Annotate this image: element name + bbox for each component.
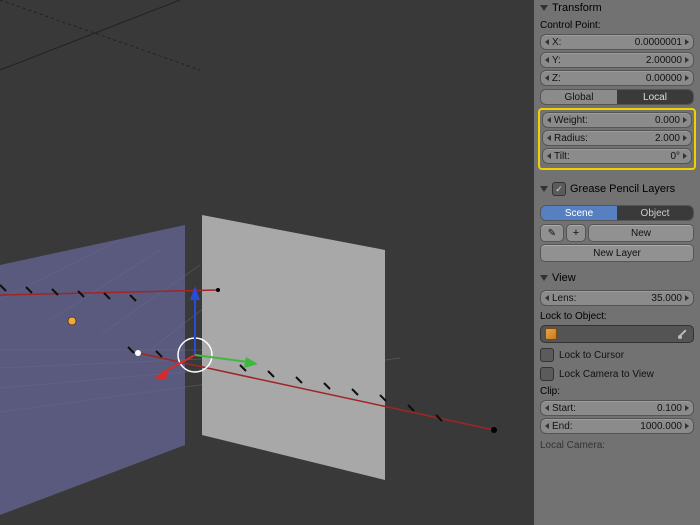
increment-icon[interactable]	[683, 117, 687, 123]
plus-icon: +	[573, 227, 579, 239]
clip-start-label: Start:	[552, 403, 576, 414]
viewport-3d[interactable]	[0, 0, 534, 525]
decrement-icon[interactable]	[547, 117, 551, 123]
z-field[interactable]: Z: 0.00000	[540, 70, 694, 86]
weight-field[interactable]: Weight: 0.000	[542, 112, 692, 128]
panel-title: Transform	[552, 2, 602, 14]
lock-camera-label: Lock Camera to View	[559, 369, 654, 380]
panel-grease: Scene Object ✎ + New New Layer	[534, 198, 700, 270]
tilt-field[interactable]: Tilt: 0°	[542, 148, 692, 164]
decrement-icon[interactable]	[545, 39, 549, 45]
lens-label: Lens:	[552, 293, 576, 304]
decrement-icon[interactable]	[545, 295, 549, 301]
tilt-label: Tilt:	[554, 151, 570, 162]
decrement-icon[interactable]	[547, 153, 551, 159]
radius-field[interactable]: Radius: 2.000	[542, 130, 692, 146]
lock-object-selector[interactable]	[540, 325, 694, 343]
lock-camera-checkbox[interactable]	[540, 367, 554, 381]
panel-transform: Control Point: X: 0.0000001 Y: 2.00000 Z…	[534, 16, 700, 180]
local-camera-label: Local Camera:	[540, 440, 694, 451]
object-toggle[interactable]: Object	[617, 206, 693, 220]
panel-title: View	[552, 272, 576, 284]
weight-label: Weight:	[554, 115, 588, 126]
y-value: 2.00000	[646, 55, 682, 66]
clip-start-value: 0.100	[657, 403, 682, 414]
increment-icon[interactable]	[683, 135, 687, 141]
grease-space-toggle: Scene Object	[540, 205, 694, 221]
lens-value: 35.000	[651, 293, 682, 304]
increment-icon[interactable]	[685, 405, 689, 411]
increment-icon[interactable]	[685, 75, 689, 81]
control-point-label: Control Point:	[540, 20, 694, 31]
coord-space-toggle: Global Local	[540, 89, 694, 105]
panel-header-view[interactable]: View	[534, 270, 700, 286]
panel-header-transform[interactable]: Transform	[534, 0, 700, 16]
lock-cursor-checkbox[interactable]	[540, 348, 554, 362]
clip-label: Clip:	[540, 386, 694, 397]
chevron-down-icon	[540, 186, 548, 192]
lens-field[interactable]: Lens: 35.000	[540, 290, 694, 306]
decrement-icon[interactable]	[545, 75, 549, 81]
panel-header-grease[interactable]: Grease Pencil Layers	[534, 180, 700, 198]
panel-title: Grease Pencil Layers	[570, 183, 675, 195]
pencil-icon: ✎	[548, 228, 556, 239]
x-field[interactable]: X: 0.0000001	[540, 34, 694, 50]
radius-label: Radius:	[554, 133, 588, 144]
decrement-icon[interactable]	[545, 423, 549, 429]
lock-cursor-label: Lock to Cursor	[559, 350, 624, 361]
decrement-icon[interactable]	[547, 135, 551, 141]
increment-icon[interactable]	[685, 39, 689, 45]
increment-icon[interactable]	[685, 295, 689, 301]
y-field[interactable]: Y: 2.00000	[540, 52, 694, 68]
n-panel: Transform Control Point: X: 0.0000001 Y:…	[534, 0, 700, 525]
decrement-icon[interactable]	[545, 57, 549, 63]
z-label: Z:	[552, 73, 561, 84]
chevron-down-icon	[540, 5, 548, 11]
clip-end-label: End:	[552, 421, 573, 432]
grease-new-layer-button[interactable]: New Layer	[540, 244, 694, 262]
global-toggle[interactable]: Global	[541, 90, 617, 104]
increment-icon[interactable]	[685, 423, 689, 429]
highlight-weight-radius-tilt: Weight: 0.000 Radius: 2.000 Tilt: 0°	[538, 108, 696, 170]
clip-end-field[interactable]: End: 1000.000	[540, 418, 694, 434]
decrement-icon[interactable]	[545, 405, 549, 411]
lock-to-object-label: Lock to Object:	[540, 311, 694, 322]
viewport-scene	[0, 0, 534, 525]
increment-icon[interactable]	[683, 153, 687, 159]
local-toggle[interactable]: Local	[617, 90, 693, 104]
radius-value: 2.000	[655, 133, 680, 144]
increment-icon[interactable]	[685, 57, 689, 63]
clip-start-field[interactable]: Start: 0.100	[540, 400, 694, 416]
grease-enable-checkbox[interactable]	[552, 182, 566, 196]
grease-draw-button[interactable]: ✎	[540, 224, 564, 242]
eyedropper-icon[interactable]	[677, 328, 689, 340]
clip-end-value: 1000.000	[640, 421, 682, 432]
chevron-down-icon	[540, 275, 548, 281]
x-label: X:	[552, 37, 561, 48]
scene-toggle[interactable]: Scene	[541, 206, 617, 220]
object-icon	[545, 328, 557, 340]
grease-new-button[interactable]: New	[588, 224, 694, 242]
tilt-value: 0°	[670, 151, 680, 162]
weight-value: 0.000	[655, 115, 680, 126]
z-value: 0.00000	[646, 73, 682, 84]
x-value: 0.0000001	[635, 37, 682, 48]
panel-view: Lens: 35.000 Lock to Object: Lock to Cur…	[534, 286, 700, 462]
y-label: Y:	[552, 55, 561, 66]
grease-add-button[interactable]: +	[566, 224, 586, 242]
